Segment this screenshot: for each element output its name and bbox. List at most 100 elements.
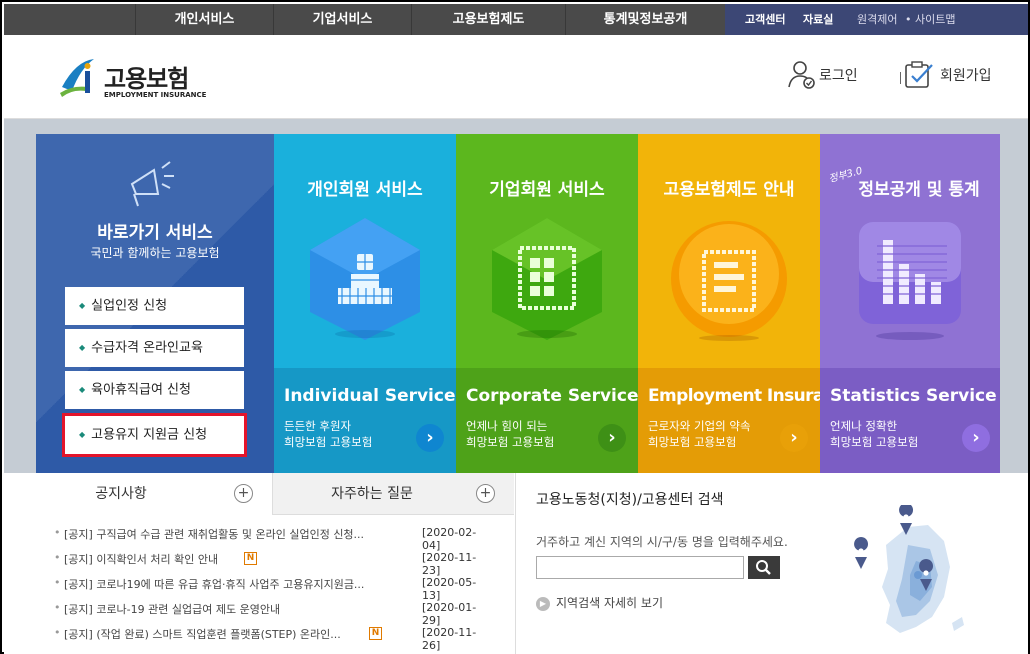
util-sitemap[interactable]: 사이트맵 <box>915 4 955 35</box>
util-customer-center[interactable]: 고객센터 <box>745 4 785 35</box>
quick-service-title: 바로가기 서비스 <box>97 223 213 243</box>
panel-title: 고용보험제도 안내 <box>663 180 795 200</box>
individual-service-panel[interactable]: 개인회원 서비스 Individual Service 든든한 후원자희망보험 … <box>274 134 456 473</box>
notice-date: [2020-05-13] <box>422 576 477 602</box>
panel-desc: 언제나 정확한희망보험 고용보험 <box>830 418 918 450</box>
panel-title: 개인회원 서비스 <box>307 180 423 200</box>
notice-item[interactable]: • [공지] 코로나19에 따른 유급 휴업·휴직 사업주 고용유지지원금...… <box>54 576 494 602</box>
gnb-statistics[interactable]: 통계및정보공개 <box>565 4 725 35</box>
panel-desc: 언제나 힘이 되는희망보험 고용보험 <box>466 418 554 450</box>
panel-en-title: Statistics Service <box>830 386 997 406</box>
quick-service-subtitle: 국민과 함께하는 고용보험 <box>90 246 220 260</box>
quick-label: 고용유지 지원금 신청 <box>91 427 208 443</box>
util-remote-control[interactable]: 원격제어 <box>857 4 897 35</box>
statistics-arrow-button[interactable]: › <box>962 424 990 452</box>
logo-mark-icon[interactable] <box>58 57 98 99</box>
insurance-arrow-button[interactable]: › <box>780 424 808 452</box>
login-icon[interactable] <box>787 59 817 89</box>
quick-online-education-button[interactable]: ◆ 수급자격 온라인교육 <box>65 329 244 367</box>
panel-desc: 든든한 후원자희망보험 고용보험 <box>284 418 372 450</box>
util-separator-dot: • <box>905 13 912 26</box>
region-search-input[interactable] <box>536 556 744 579</box>
notice-title[interactable]: [공지] 이직확인서 처리 확인 안내 <box>64 551 244 567</box>
panel-title: 기업회원 서비스 <box>489 180 605 200</box>
search-icon <box>756 560 771 575</box>
region-search-more-link[interactable]: ▶ 지역검색 자세히 보기 <box>536 594 663 611</box>
main-banner: 바로가기 서비스 국민과 함께하는 고용보험 ◆ 실업인정 신청 ◆ 수급자격 온라… <box>4 119 1028 473</box>
gnb-personal-service[interactable]: 개인서비스 <box>135 4 273 35</box>
notice-item[interactable]: • [공지] 이직확인서 처리 확인 안내 N [2020-11-23] <box>54 551 494 577</box>
region-search-more-label: 지역검색 자세히 보기 <box>556 596 663 610</box>
bottom-content: 공지사항 + 자주하는 질문 + • [공지] 구직급여 수급 관련 재취업활동… <box>4 473 1028 654</box>
logo-text[interactable]: 고용보험 <box>104 59 189 94</box>
site-header: 고용보험 EMPLOYMENT INSURANCE 로그인 회원가입 <box>4 35 1028 119</box>
new-badge-icon: N <box>244 552 257 565</box>
notice-title[interactable]: [공지] 구직급여 수급 관련 재취업활동 및 온라인 실업인정 신청... <box>64 526 394 542</box>
notice-bullet: • <box>54 551 61 564</box>
panel-desc: 근로자와 기업의 약속 희망보험 고용보험 <box>648 418 751 450</box>
panel-desc-line1: 든든한 후원자 <box>284 419 352 433</box>
panel-desc-line2: 희망보험 고용보험 <box>466 435 555 449</box>
join-icon[interactable] <box>904 59 934 89</box>
notice-more-plus-icon[interactable]: + <box>234 484 253 503</box>
header-divider <box>900 72 901 84</box>
panel-lower: Statistics Service 언제나 정확한희망보험 고용보험 › <box>820 368 1000 473</box>
quick-employment-retention-button[interactable]: ◆ 고용유지 지원금 신청 <box>62 413 247 457</box>
panel-lower: Corporate Service 언제나 힘이 되는희망보험 고용보험 › <box>456 368 638 473</box>
panel-lower: Individual Service 든든한 후원자희망보험 고용보험 › <box>274 368 456 473</box>
individual-arrow-button[interactable]: › <box>416 424 444 452</box>
panel-desc-line1: 언제나 힘이 되는 <box>466 419 548 433</box>
building-icon <box>484 216 610 342</box>
notice-title[interactable]: [공지] 코로나19에 따른 유급 휴업·휴직 사업주 고용유지지원금... <box>64 576 394 592</box>
quick-parental-leave-button[interactable]: ◆ 육아휴직급여 신청 <box>65 371 244 409</box>
gnb-insurance-system[interactable]: 고용보험제도 <box>411 4 565 35</box>
panel-title: 정보공개 및 통계 <box>858 180 980 200</box>
quick-label: 육아휴직급여 신청 <box>91 382 191 398</box>
corporate-service-panel[interactable]: 기업회원 서비스 Corporate Service 언제나 힘이 되는희망보험… <box>456 134 638 473</box>
notice-title[interactable]: [공지] (작업 완료) 스마트 직업훈련 플랫폼(STEP) 온라인... <box>64 626 366 642</box>
office-search-desc: 거주하고 계신 지역의 시/구/동 명을 입력해주세요. <box>536 535 788 549</box>
play-circle-icon: ▶ <box>536 596 550 611</box>
faq-more-plus-icon[interactable]: + <box>476 484 495 503</box>
notice-item[interactable]: • [공지] 코로나-19 관련 실업급여 제도 운영안내 [2020-01-2… <box>54 601 494 627</box>
panel-lower: Employment Insurance 근로자와 기업의 약속희망보험 고용보… <box>638 368 820 473</box>
document-icon <box>666 216 792 342</box>
office-search-area: 고용노동청(지청)/고용센터 검색 거주하고 계신 지역의 시/구/동 명을 입… <box>516 473 1028 654</box>
utility-nav: 고객센터 자료실 원격제어 • 사이트맵 <box>725 4 1028 35</box>
gnb-corporate-service[interactable]: 기업서비스 <box>273 4 411 35</box>
notice-item[interactable]: • [공지] (작업 완료) 스마트 직업훈련 플랫폼(STEP) 온라인...… <box>54 626 494 652</box>
notice-bullet: • <box>54 526 61 539</box>
korea-map-icon <box>846 503 976 650</box>
notice-item[interactable]: • [공지] 구직급여 수급 관련 재취업활동 및 온라인 실업인정 신청...… <box>54 526 494 552</box>
employment-insurance-panel[interactable]: 고용보험제도 안내 Employment Insurance 근로자와 기업의 … <box>638 134 820 473</box>
tab-notice[interactable]: 공지사항 <box>36 473 206 515</box>
panel-en-title: Individual Service <box>284 386 456 406</box>
panel-desc-line1: 언제나 정확한 <box>830 419 898 433</box>
panel-desc-line1: 근로자와 기업의 약속 <box>648 419 751 433</box>
login-link[interactable]: 로그인 <box>819 65 858 85</box>
statistics-service-panel[interactable]: 정부3.0 정보공개 및 통계 Statistics Service 언제나 정… <box>820 134 1000 473</box>
notice-bullet: • <box>54 576 61 589</box>
notice-date: [2020-11-23] <box>422 551 477 577</box>
corporate-arrow-button[interactable]: › <box>598 424 626 452</box>
notice-title[interactable]: [공지] 코로나-19 관련 실업급여 제도 운영안내 <box>64 601 394 617</box>
diamond-bullet-icon: ◆ <box>79 343 86 352</box>
panel-desc-line2: 희망보험 고용보험 <box>284 435 373 449</box>
notice-date: [2020-02-04] <box>422 526 477 552</box>
util-archive[interactable]: 자료실 <box>803 4 833 35</box>
diamond-bullet-icon: ◆ <box>79 430 86 439</box>
quick-label: 실업인정 신청 <box>91 298 168 314</box>
quick-label: 수급자격 온라인교육 <box>91 340 203 356</box>
office-search-title: 고용노동청(지청)/고용센터 검색 <box>536 492 724 508</box>
quick-unemployment-button[interactable]: ◆ 실업인정 신청 <box>65 287 244 325</box>
notice-bullet: • <box>54 601 61 614</box>
panel-en-title: Corporate Service <box>466 386 638 406</box>
panel-en-title: Employment Insurance <box>648 386 820 406</box>
tab-faq[interactable]: 자주하는 질문 <box>272 473 472 515</box>
diamond-bullet-icon: ◆ <box>79 385 86 394</box>
panel-desc-line2: 희망보험 고용보험 <box>830 435 919 449</box>
person-icon <box>302 216 428 342</box>
new-badge-icon: N <box>369 627 382 640</box>
search-button[interactable] <box>748 556 780 579</box>
join-link[interactable]: 회원가입 <box>940 65 992 85</box>
